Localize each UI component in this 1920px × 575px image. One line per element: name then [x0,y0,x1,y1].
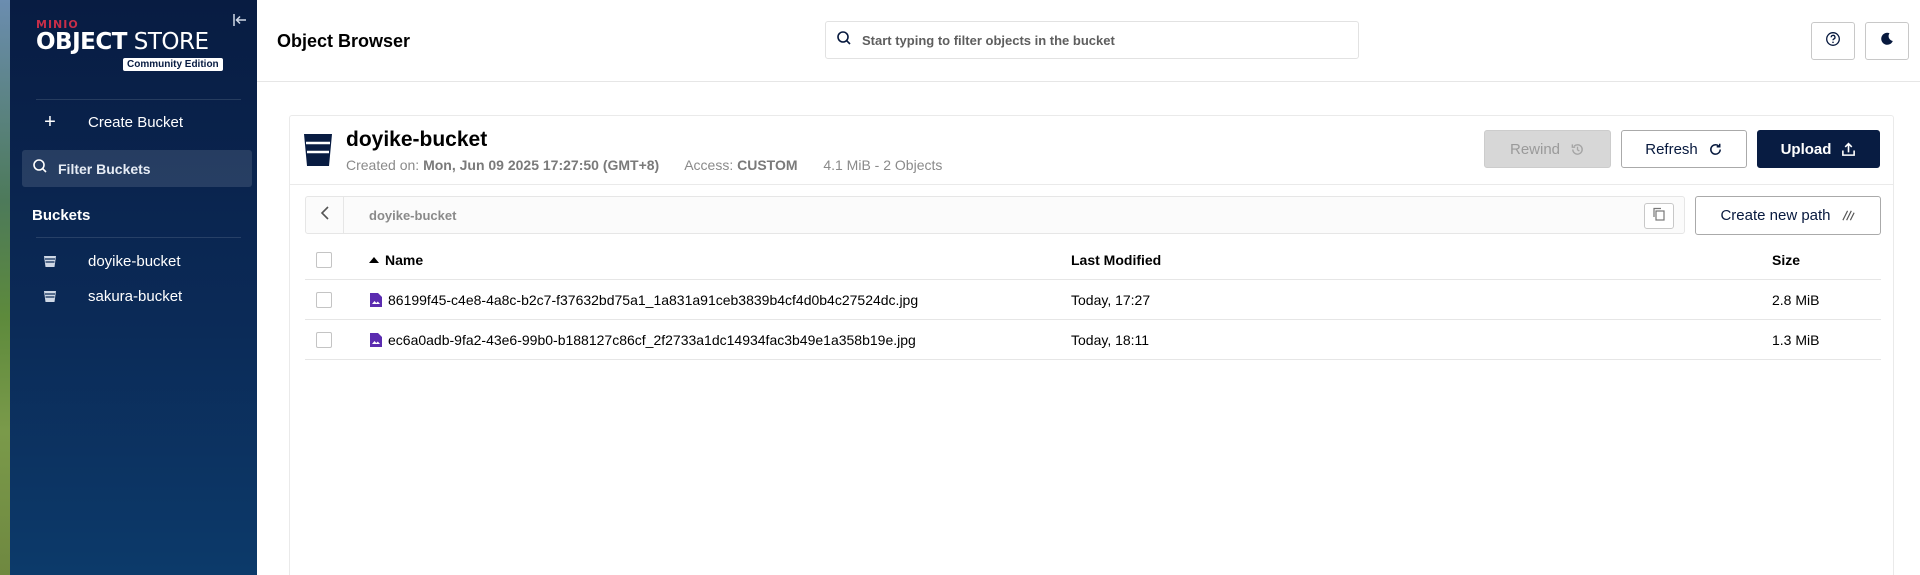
refresh-button[interactable]: Refresh [1621,130,1747,168]
create-bucket-button[interactable]: + Create Bucket [38,110,183,134]
access-value: CUSTOM [737,157,798,173]
breadcrumb-bar: doyike-bucket [305,196,1685,234]
refresh-icon [1708,142,1723,157]
upload-label: Upload [1780,140,1832,158]
refresh-label: Refresh [1645,140,1698,158]
table-row[interactable]: 86199f45-c4e8-4a8c-b2c7-f37632bd75a1_1a8… [305,280,1881,320]
column-header-size[interactable]: Size [1772,252,1800,268]
row-checkbox[interactable] [316,291,332,308]
image-file-icon [370,332,382,347]
object-size-cell: 2.8 MiB [1772,291,1820,308]
select-all-checkbox[interactable] [316,251,332,268]
copy-icon [1652,207,1666,226]
upload-button[interactable]: Upload [1757,130,1880,168]
object-modified-cell: Today, 17:27 [1071,291,1151,308]
object-modified-cell: Today, 18:11 [1071,331,1150,348]
copy-path-button[interactable] [1644,203,1674,229]
top-header: Object Browser [257,0,1920,82]
table-row[interactable]: ec6a0adb-9fa2-43e6-99b0-b188127c86cf_2f2… [305,320,1881,360]
panel-divider [290,184,1893,185]
minio-logo: MINIO OBJECT STORE Community Edition [36,18,236,72]
column-header-name[interactable]: Name [369,252,423,268]
bucket-name: doyike-bucket [346,128,488,151]
page-title: Object Browser [277,31,411,51]
bucket-icon [38,250,62,272]
created-label: Created on: [346,157,420,173]
bucket-summary: 4.1 MiB - 2 Objects [823,157,943,173]
created-value: Mon, Jun 09 2025 17:27:50 (GMT+8) [423,157,660,173]
dark-mode-toggle[interactable] [1865,22,1909,60]
row-checkbox[interactable] [316,331,332,348]
bucket-meta: Created on: Mon, Jun 09 2025 17:27:50 (G… [346,157,942,173]
table-header-row: Name Last Modified Size [305,240,1881,280]
upload-icon [1841,142,1856,157]
object-size-cell: 1.3 MiB [1772,331,1820,348]
breadcrumb-path[interactable]: doyike-bucket [369,208,456,223]
filter-buckets-box[interactable] [22,150,252,187]
moon-icon [1879,31,1895,52]
bucket-icon [38,285,62,307]
object-name-cell[interactable]: ec6a0adb-9fa2-43e6-99b0-b188127c86cf_2f2… [370,332,916,348]
history-icon [1570,142,1585,157]
bucket-icon [302,131,334,169]
buckets-section-title: Buckets [32,207,91,224]
column-header-last-modified[interactable]: Last Modified [1071,252,1161,268]
search-icon [836,30,852,51]
search-icon [32,158,48,179]
access-label: Access: [684,157,734,173]
plus-icon: + [44,111,56,133]
create-bucket-label: Create Bucket [88,113,184,131]
background-photo-strip [0,0,10,575]
logo-product: OBJECT STORE [36,29,209,55]
help-icon [1825,31,1841,52]
bucket-panel: doyike-bucket Created on: Mon, Jun 09 20… [289,115,1894,575]
rewind-label: Rewind [1509,140,1561,158]
sidebar-item-doyike-bucket[interactable]: doyike-bucket [38,250,181,272]
object-name-cell[interactable]: 86199f45-c4e8-4a8c-b2c7-f37632bd75a1_1a8… [370,292,918,308]
object-search-input[interactable] [862,32,1342,48]
sidebar-item-label: doyike-bucket [88,252,181,270]
sidebar: MINIO OBJECT STORE Community Edition + C… [10,0,257,575]
rewind-button[interactable]: Rewind [1484,130,1611,168]
chevron-left-icon [319,205,331,226]
sidebar-item-label: sakura-bucket [88,287,183,305]
sort-ascending-icon [369,256,379,263]
create-new-path-button[interactable]: Create new path [1695,196,1881,235]
object-search-box[interactable] [825,21,1359,59]
objects-table: Name Last Modified Size 86199f45-c4e8-4a… [305,240,1881,360]
filter-buckets-input[interactable] [58,160,238,177]
new-path-icon [1841,208,1856,223]
back-button[interactable] [306,197,344,233]
help-button[interactable] [1811,22,1855,60]
image-file-icon [370,292,382,307]
logo-edition-badge: Community Edition [123,58,223,71]
sidebar-item-sakura-bucket[interactable]: sakura-bucket [38,285,182,307]
sidebar-divider [36,237,241,238]
create-path-label: Create new path [1720,207,1831,224]
sidebar-divider [36,99,241,100]
